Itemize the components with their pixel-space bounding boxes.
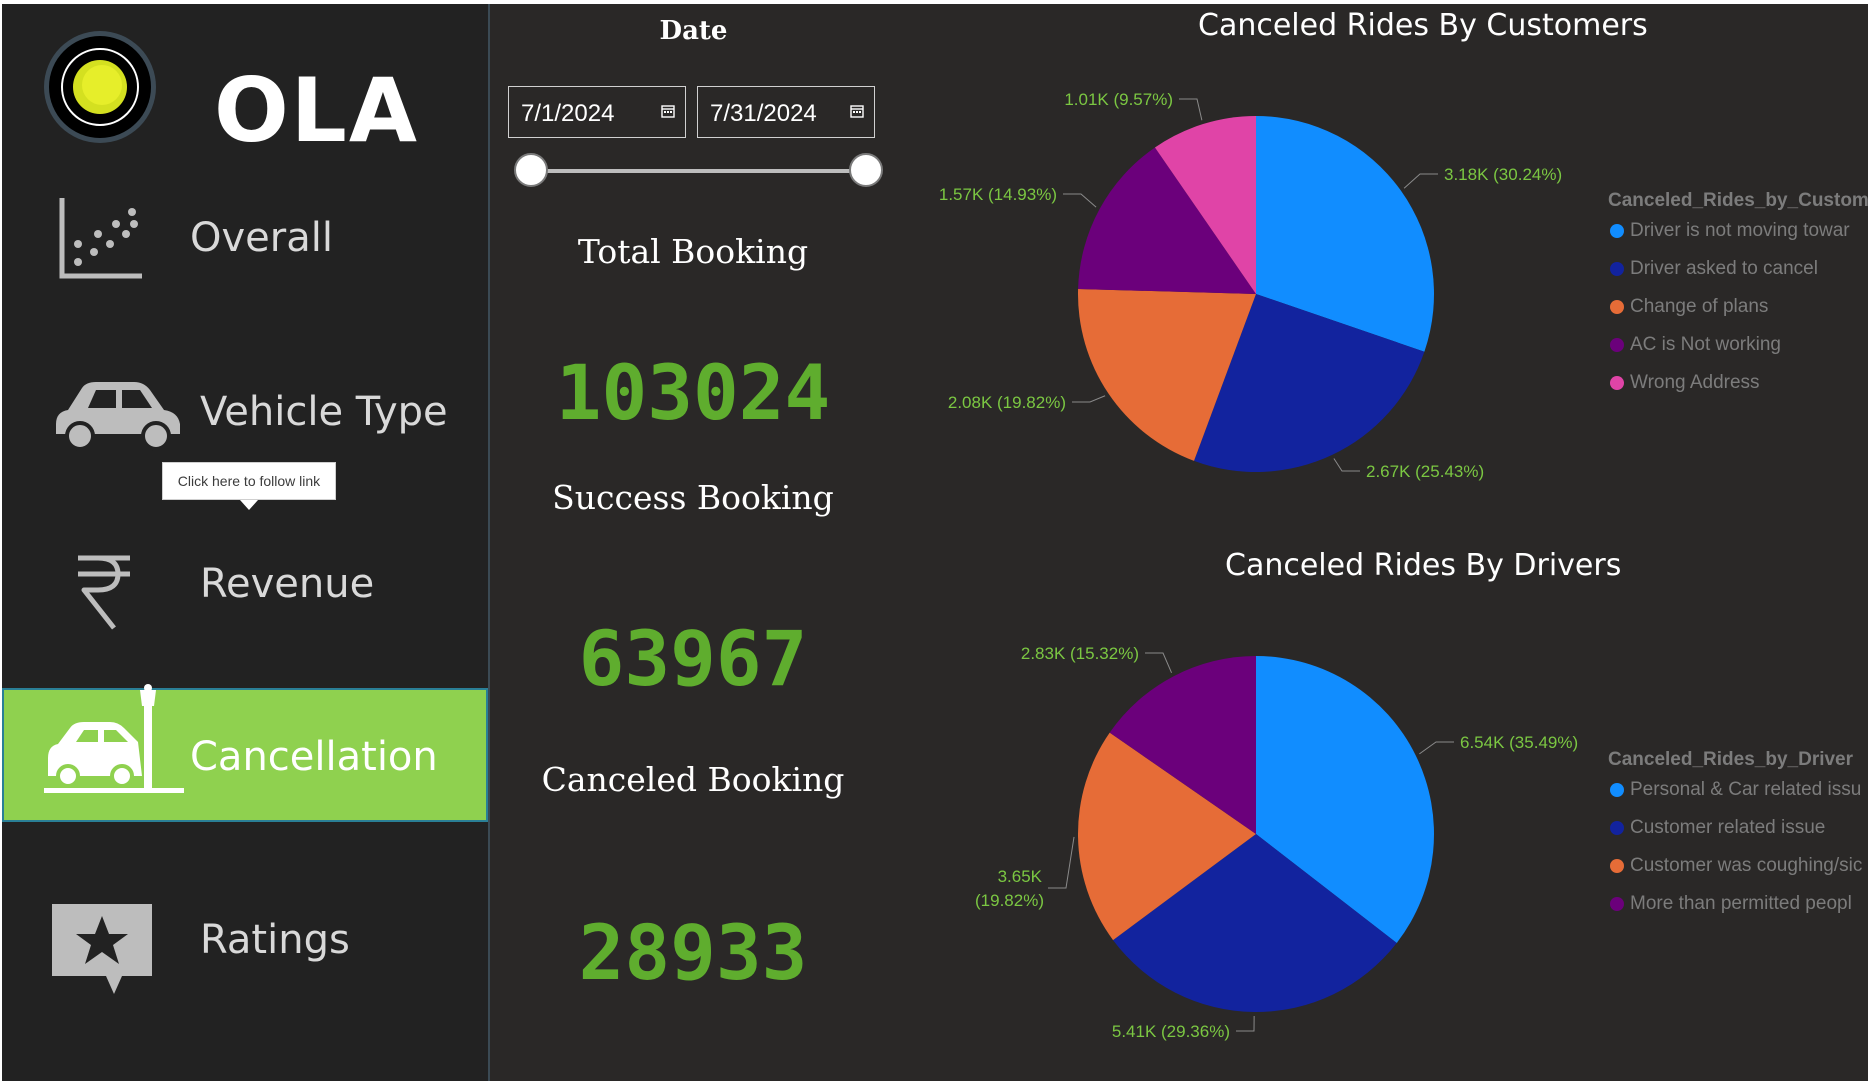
legend-label: Wrong Address: [1630, 372, 1760, 393]
legend-label: More than permitted peopl: [1630, 893, 1852, 914]
legend-item[interactable]: Driver asked to cancel: [1608, 256, 1868, 294]
pie-leader-line: [1048, 836, 1075, 889]
driver-cancel-legend: Canceled_Rides_by_Driver Personal & Car …: [1608, 749, 1862, 929]
pie-leader-line: [1419, 741, 1454, 755]
legend-label: Customer was coughing/sic: [1630, 855, 1863, 876]
legend-item[interactable]: Customer related issue: [1608, 815, 1853, 853]
legend-item[interactable]: AC is Not working: [1608, 332, 1868, 370]
legend-dot-icon: [1610, 338, 1624, 352]
pie-data-label: 3.65K (19.82%): [975, 867, 1044, 910]
legend-label: Personal & Car related issu: [1630, 779, 1862, 800]
legend-label: Driver asked to cancel: [1630, 258, 1818, 279]
legend-label: AC is Not working: [1630, 334, 1781, 355]
legend-title: Canceled_Rides_by_Driver: [1608, 749, 1854, 770]
legend-dot-icon: [1610, 897, 1624, 911]
pie-data-label: 6.54K (35.49%): [1460, 733, 1578, 752]
legend-item[interactable]: Wrong Address: [1608, 370, 1868, 408]
pie-leader-line: [1403, 173, 1438, 189]
legend-item[interactable]: Customer was coughing/sic: [1608, 853, 1862, 891]
pie-data-label: 2.83K (15.32%): [1021, 644, 1139, 663]
legend-dot-icon: [1610, 821, 1624, 835]
pie-data-label: 1.57K (14.93%): [939, 185, 1057, 204]
pie-charts: 3.18K (30.24%) 2.67K (25.43%) 2.08K (19.82…: [939, 90, 1578, 1041]
legend-dot-icon: [1610, 783, 1624, 797]
customer-cancel-legend: Canceled_Rides_by_Custome Driver is not …: [1608, 190, 1868, 408]
legend-title: Canceled_Rides_by_Custome: [1608, 190, 1868, 211]
legend-dot-icon: [1610, 300, 1624, 314]
dashboard: OLA Overall Vehicle Type Revenue Cancell…: [0, 0, 1868, 1083]
pie-data-label: 2.67K (25.43%): [1366, 462, 1484, 481]
pie-leader-line: [1145, 652, 1173, 673]
legend-label: Customer related issue: [1630, 817, 1826, 838]
legend-item[interactable]: More than permitted peopl: [1608, 891, 1853, 929]
legend-item[interactable]: Personal & Car related issu: [1608, 777, 1861, 815]
legend-dot-icon: [1610, 262, 1624, 276]
pie-leader-line: [1072, 395, 1106, 403]
pie-leader-line: [1333, 458, 1360, 472]
pie-data-label: 2.08K (19.82%): [948, 393, 1066, 412]
legend-dot-icon: [1610, 376, 1624, 390]
pie-data-label: 3.18K (30.24%): [1444, 165, 1562, 184]
legend-label: Change of plans: [1630, 296, 1769, 317]
legend-dot-icon: [1610, 224, 1624, 238]
pie-leader-line: [1063, 193, 1097, 208]
legend-dot-icon: [1610, 859, 1624, 873]
pie-leader-line: [1179, 98, 1203, 121]
pie-data-label: 5.41K (29.36%): [1112, 1022, 1230, 1041]
pie-leader-line: [1236, 1015, 1255, 1032]
legend-label: Driver is not moving towar: [1630, 220, 1850, 241]
legend-item[interactable]: Change of plans: [1608, 294, 1868, 332]
legend-item[interactable]: Driver is not moving towar: [1608, 218, 1868, 256]
pie-data-label: 1.01K (9.57%): [1064, 90, 1173, 109]
